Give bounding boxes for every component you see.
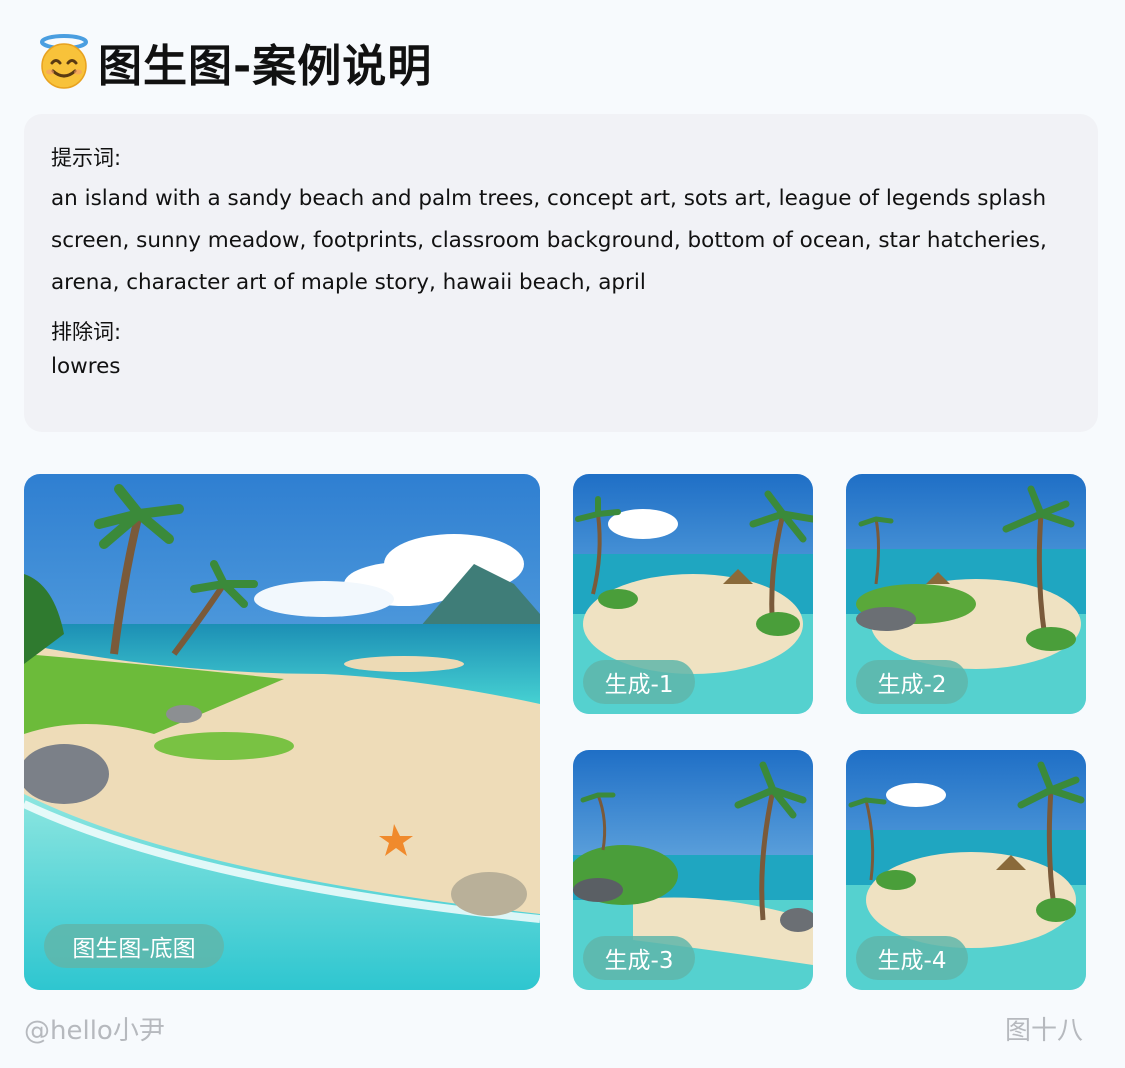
base-image-label: 图生图-底图 bbox=[44, 924, 224, 968]
generated-image-2: 生成-2 bbox=[846, 474, 1086, 714]
generated-image-1-label: 生成-1 bbox=[583, 660, 695, 704]
generated-image-4: 生成-4 bbox=[846, 750, 1086, 990]
negative-label: 排除词: bbox=[51, 320, 122, 344]
title-text: 图生图-案例说明 bbox=[98, 41, 433, 92]
generated-image-3: 生成-3 bbox=[573, 750, 813, 990]
author-credit: @hello小尹 bbox=[24, 1016, 165, 1046]
prompt-text: an island with a sandy beach and palm tr… bbox=[51, 186, 1047, 295]
prompt-label: 提示词: bbox=[51, 146, 122, 170]
figure-label: 图十八 bbox=[1005, 1016, 1084, 1046]
page-title: 图生图-案例说明 bbox=[36, 30, 432, 94]
generated-image-4-label: 生成-4 bbox=[856, 936, 968, 980]
generated-image-3-label: 生成-3 bbox=[583, 936, 695, 980]
negative-text: lowres bbox=[51, 354, 121, 379]
generated-image-1: 生成-1 bbox=[573, 474, 813, 714]
generated-image-2-label: 生成-2 bbox=[856, 660, 968, 704]
smiling-face-with-halo-icon bbox=[36, 34, 92, 90]
base-image: 图生图-底图 bbox=[24, 474, 540, 990]
prompt-panel: 提示词: an island with a sandy beach and pa… bbox=[24, 114, 1098, 432]
